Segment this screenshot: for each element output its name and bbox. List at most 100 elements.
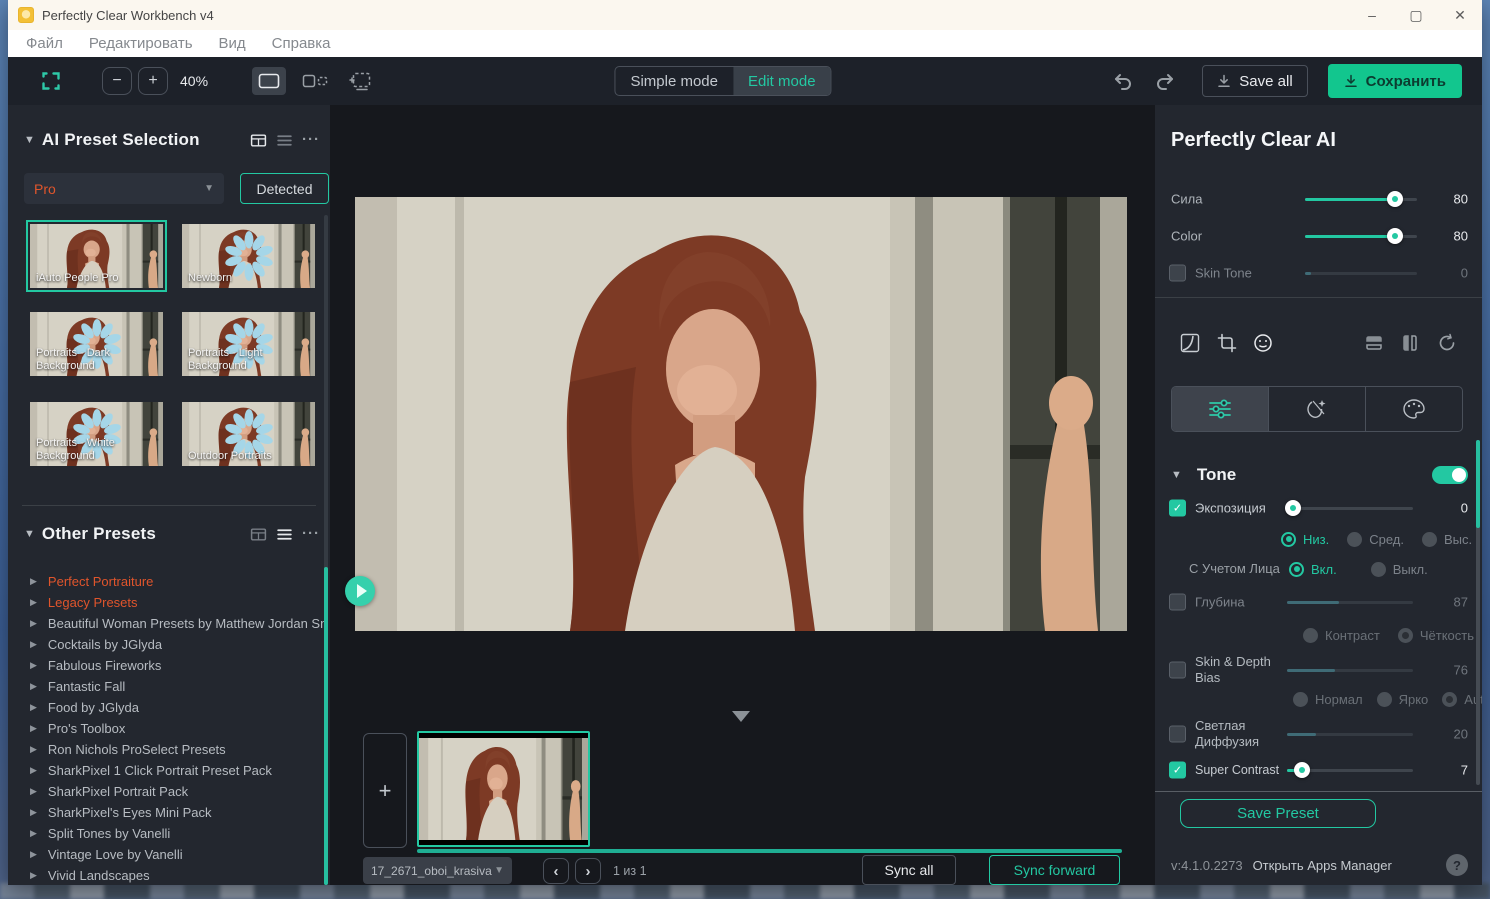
tab-portrait-tools[interactable] (1268, 387, 1365, 431)
preset-category-dropdown[interactable]: Pro ▼ (24, 173, 224, 204)
exposure-slider[interactable] (1287, 500, 1413, 516)
fit-screen-icon[interactable] (40, 70, 62, 92)
exposure-checkbox[interactable]: ✓ (1169, 500, 1186, 517)
zoom-out-button[interactable]: − (102, 67, 132, 95)
save-button[interactable]: Сохранить (1328, 64, 1462, 98)
slider-handle[interactable] (1294, 762, 1310, 778)
simple-mode-tab[interactable]: Simple mode (615, 67, 733, 95)
preset-group-row[interactable]: ▶Vintage Love by Vanelli (8, 844, 324, 865)
radio-medium[interactable]: Сред. (1347, 532, 1404, 547)
preset-group-row[interactable]: ▶Beautiful Woman Presets by Matthew Jord… (8, 613, 324, 634)
before-after-handle[interactable] (345, 576, 375, 606)
slider-handle[interactable] (1387, 191, 1403, 207)
preset-group-row[interactable]: ▶Cocktails by JGlyda (8, 634, 324, 655)
radio-contrast[interactable]: Контраст (1303, 628, 1380, 643)
sync-all-button[interactable]: Sync all (862, 855, 956, 885)
tab-adjustments[interactable] (1172, 387, 1268, 431)
preset-group-row[interactable]: ▶Split Tones by Vanelli (8, 823, 324, 844)
radio-low[interactable]: Низ. (1281, 532, 1329, 547)
preset-group-perfect-portraiture[interactable]: ▶Perfect Portraiture (8, 571, 324, 592)
apps-manager-link[interactable]: Открыть Apps Manager (1253, 858, 1392, 873)
light-diffusion-slider[interactable] (1287, 726, 1413, 742)
split-view-button[interactable] (298, 67, 332, 95)
ai-preset-thumb-portraits-white[interactable]: Portraits - White Background (30, 402, 163, 466)
side-by-side-view-button[interactable] (344, 67, 378, 95)
next-image-button[interactable]: › (575, 858, 601, 884)
tone-toggle[interactable] (1432, 466, 1468, 484)
preset-group-row[interactable]: ▶SharkPixel 1 Click Portrait Preset Pack (8, 760, 324, 781)
single-view-button[interactable] (252, 67, 286, 95)
grid-view-icon[interactable] (250, 526, 267, 543)
skin-tone-checkbox[interactable]: ✓ (1169, 265, 1186, 282)
close-button[interactable]: ✕ (1438, 0, 1482, 30)
super-contrast-checkbox[interactable]: ✓ (1169, 762, 1186, 779)
preset-group-legacy-presets[interactable]: ▶Legacy Presets (8, 592, 324, 613)
preset-group-row[interactable]: ▶SharkPixel Portrait Pack (8, 781, 324, 802)
radio-vivid[interactable]: Ярко (1377, 692, 1429, 707)
preset-group-row[interactable]: ▶Fabulous Fireworks (8, 655, 324, 676)
crop-icon[interactable] (1216, 331, 1238, 355)
filename-dropdown[interactable]: 17_2671_oboi_krasiva ▼ (363, 857, 512, 884)
preset-group-row[interactable]: ▶SharkPixel's Eyes Mini Pack (8, 802, 324, 823)
grid-view-icon[interactable] (250, 132, 267, 149)
skin-depth-bias-checkbox[interactable]: ✓ (1169, 662, 1186, 679)
ai-preset-thumb-portraits-light[interactable]: Portraits - Light Background (182, 312, 315, 376)
radio-high[interactable]: Выс. (1422, 532, 1472, 547)
more-options-icon[interactable]: ··· (302, 135, 320, 145)
edit-mode-tab[interactable]: Edit mode (733, 67, 831, 95)
menu-file[interactable]: Файл (26, 35, 63, 52)
filmstrip-scrollbar[interactable] (417, 849, 1122, 853)
help-button[interactable]: ? (1446, 854, 1468, 876)
preset-group-row[interactable]: ▶Food by JGlyda (8, 697, 324, 718)
previous-image-button[interactable]: ‹ (543, 858, 569, 884)
ai-preset-thumb-iauto-people-pro[interactable]: iAuto People Pro (30, 224, 163, 288)
slider-handle[interactable] (1285, 500, 1301, 516)
curves-icon[interactable] (1179, 331, 1201, 355)
menu-help[interactable]: Справка (272, 35, 331, 52)
add-image-button[interactable]: + (363, 733, 407, 848)
filmstrip-collapse-icon[interactable] (732, 711, 750, 722)
sync-forward-button[interactable]: Sync forward (989, 855, 1120, 885)
save-preset-button[interactable]: Save Preset (1180, 799, 1376, 828)
save-all-button[interactable]: Save all (1202, 65, 1307, 97)
rotate-icon[interactable] (1436, 331, 1458, 355)
color-slider[interactable] (1305, 228, 1417, 244)
flip-horizontal-icon[interactable] (1399, 331, 1421, 355)
menu-view[interactable]: Вид (219, 35, 246, 52)
preset-group-row[interactable]: ▶Ron Nichols ProSelect Presets (8, 739, 324, 760)
edited-photo[interactable] (355, 197, 1127, 631)
slider-handle[interactable] (1387, 228, 1403, 244)
ai-preset-thumb-portraits-dark[interactable]: Portraits - Dark Background (30, 312, 163, 376)
preset-group-row[interactable]: ▶Fantastic Fall (8, 676, 324, 697)
face-retouch-icon[interactable] (1252, 331, 1274, 355)
depth-checkbox[interactable]: ✓ (1169, 594, 1186, 611)
radio-on[interactable]: Вкл. (1289, 562, 1337, 577)
tab-color-palette[interactable] (1365, 387, 1462, 431)
light-diffusion-checkbox[interactable]: ✓ (1169, 726, 1186, 743)
super-contrast-slider[interactable] (1287, 762, 1413, 778)
ai-preset-thumb-outdoor[interactable]: Outdoor Portraits (182, 402, 315, 466)
flip-vertical-icon[interactable] (1363, 331, 1385, 355)
minimize-button[interactable]: – (1350, 0, 1394, 30)
right-panel-scrollbar-thumb[interactable] (1476, 440, 1480, 528)
redo-icon[interactable] (1154, 71, 1176, 91)
more-options-icon[interactable]: ··· (302, 529, 320, 539)
detected-button[interactable]: Detected (240, 173, 329, 204)
ai-preset-thumb-newborn[interactable]: Newborn (182, 224, 315, 288)
list-view-icon[interactable] (276, 132, 293, 149)
filmstrip-thumbnail[interactable] (417, 731, 590, 847)
collapse-section-icon[interactable]: ▼ (24, 528, 35, 540)
zoom-in-button[interactable]: + (138, 67, 168, 95)
list-view-icon[interactable] (276, 526, 293, 543)
strength-slider[interactable] (1305, 191, 1417, 207)
left-panel-scrollbar-thumb[interactable] (324, 567, 328, 885)
radio-clarity[interactable]: Чёткость (1398, 628, 1474, 643)
depth-slider[interactable] (1287, 594, 1413, 610)
skin-depth-bias-slider[interactable] (1287, 662, 1413, 678)
radio-normal[interactable]: Нормал (1293, 692, 1363, 707)
preset-group-row[interactable]: ▶Vivid Landscapes (8, 865, 324, 885)
undo-icon[interactable] (1112, 71, 1134, 91)
skin-tone-slider[interactable] (1305, 265, 1417, 281)
collapse-section-icon[interactable]: ▼ (24, 134, 35, 146)
menu-edit[interactable]: Редактировать (89, 35, 193, 52)
